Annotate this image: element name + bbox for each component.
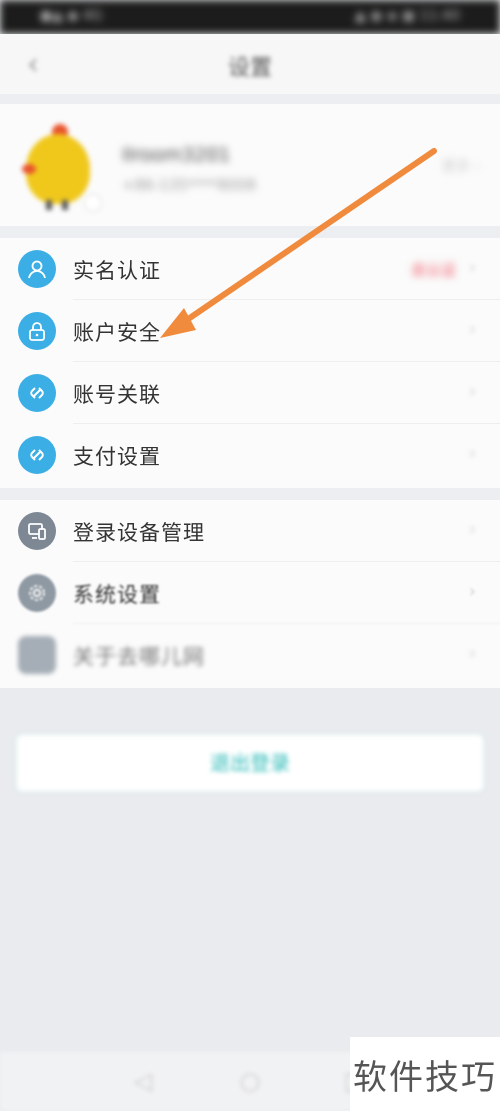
nav-back-icon[interactable]: ◁ (128, 1066, 158, 1096)
divider (0, 488, 500, 500)
status-bar: ●▲ ◆ 4G ▲ ◉ ◈ ▣ 11:40 (0, 0, 500, 34)
link-icon (18, 436, 56, 474)
menu-item-payment-settings[interactable]: 支付设置 › (0, 424, 500, 486)
chevron-right-icon: › (468, 443, 476, 464)
chevron-right-icon: › (468, 643, 476, 664)
chevron-right-icon: › (468, 257, 476, 278)
divider (0, 226, 500, 238)
menu-group-system: 登录设备管理 › 系统设置 › 关于去哪儿网 › (0, 500, 500, 688)
menu-item-real-name[interactable]: 实名认证 去认证 › (0, 238, 500, 300)
avatar-badge-icon (84, 194, 102, 212)
menu-item-about[interactable]: 关于去哪儿网 › (0, 624, 500, 686)
menu-item-label: 系统设置 (73, 583, 161, 607)
profile-more-link[interactable]: 更多 › (442, 156, 480, 176)
gear-icon (18, 574, 56, 612)
user-id-icon (18, 250, 56, 288)
profile-name: Ilroom3201 (122, 144, 231, 166)
chevron-right-icon: › (468, 319, 476, 340)
status-badge: 去认证 (410, 261, 456, 279)
profile-phone: +86-135****8008 (122, 176, 256, 194)
lock-icon (18, 312, 56, 350)
menu-item-account-security[interactable]: 账户安全 › (0, 300, 500, 362)
watermark: 软件技巧 (350, 1037, 500, 1111)
watermark-text: 软件技巧 (353, 1057, 497, 1098)
divider (0, 94, 500, 104)
devices-icon (18, 512, 56, 550)
page-title: 设置 (227, 56, 272, 81)
avatar[interactable] (22, 124, 102, 212)
menu-item-label: 账户安全 (73, 321, 161, 345)
nav-home-icon[interactable]: ○ (235, 1066, 265, 1096)
menu-item-label: 登录设备管理 (73, 521, 205, 545)
chevron-right-icon: › (468, 581, 476, 602)
status-bar-right: ▲ ◉ ◈ ▣ 11:40 (354, 8, 460, 24)
menu-item-system-settings[interactable]: 系统设置 › (0, 562, 500, 624)
logout-button[interactable]: 退出登录 (16, 734, 484, 792)
nav-bar: ‹ 设置 (0, 34, 500, 94)
chevron-right-icon: › (468, 381, 476, 402)
menu-item-label: 支付设置 (73, 445, 161, 469)
menu-group-account: 实名认证 去认证 › 账户安全 › 账号关联 › 支付设置 › (0, 238, 500, 488)
profile-card[interactable]: Ilroom3201 +86-135****8008 更多 › (0, 104, 500, 226)
link-icon (18, 374, 56, 412)
menu-item-label: 账号关联 (73, 383, 161, 407)
menu-item-label: 实名认证 (73, 259, 161, 283)
menu-item-device-management[interactable]: 登录设备管理 › (0, 500, 500, 562)
chevron-right-icon: › (468, 519, 476, 540)
status-bar-left: ●▲ ◆ 4G (40, 8, 103, 24)
menu-item-label: 关于去哪儿网 (73, 645, 205, 669)
app-logo-icon (18, 636, 56, 674)
menu-item-account-link[interactable]: 账号关联 › (0, 362, 500, 424)
